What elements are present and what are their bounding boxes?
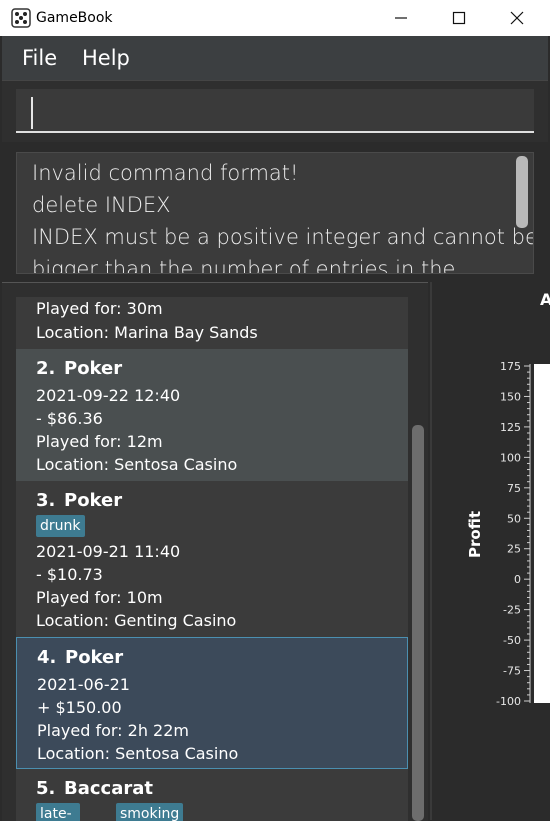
- entry-location: Location: Genting Casino: [36, 611, 237, 630]
- result-line: Invalid command format!: [32, 161, 299, 185]
- entry-played: Played for: 30m: [36, 299, 163, 318]
- minimize-button[interactable]: [372, 0, 430, 36]
- app-frame: File Help Invalid command format! delete…: [2, 36, 550, 821]
- title-bar: GameBook: [0, 0, 550, 36]
- chart-tick-label: -50: [503, 634, 521, 647]
- window-title: GameBook: [36, 10, 113, 26]
- entry-played: Played for: 2h 22m: [37, 721, 189, 740]
- result-scrollbar[interactable]: [516, 156, 528, 228]
- chart-tick-label: 100: [500, 451, 521, 464]
- chart-plot-area: [534, 364, 550, 703]
- entry-date: 2021-06-21: [37, 675, 130, 694]
- entry-location: Location: Sentosa Casino: [36, 455, 238, 474]
- chart-tick-label: -100: [496, 695, 521, 708]
- minimize-icon: [395, 17, 407, 19]
- entry-index: 5.: [36, 778, 56, 799]
- entry-played: Played for: 10m: [36, 588, 163, 607]
- tag-badge: drunk: [36, 515, 85, 537]
- close-icon: [510, 11, 524, 25]
- chart-panel: A Profit 175 150 125 100 75 50 25 0 -25 -50 -75 -10…: [430, 282, 550, 820]
- tag-badge: smoking: [116, 803, 184, 821]
- list-item-selected[interactable]: 4. Poker 2021-06-21 + $150.00 Played for…: [16, 637, 408, 769]
- chart-tick-label: 50: [507, 512, 521, 525]
- entry-game: Baccarat: [64, 778, 153, 799]
- maximize-button[interactable]: [430, 0, 488, 36]
- list-item[interactable]: 2. Poker 2021-09-22 12:40 - $86.36 Playe…: [16, 349, 408, 481]
- entry-index: 4.: [37, 647, 57, 668]
- result-line: bigger than the number of entries in the: [32, 257, 456, 274]
- chart-tick-label: -25: [503, 604, 521, 617]
- chart-tick-label: -75: [503, 665, 521, 678]
- entry-profit: - $86.36: [36, 409, 103, 428]
- entry-date: 2021-09-22 12:40: [36, 386, 181, 405]
- entry-index: 3.: [36, 490, 56, 511]
- entry-location: Location: Marina Bay Sands: [36, 323, 258, 342]
- result-line: INDEX must be a positive integer and can…: [32, 225, 534, 249]
- chart-tick-label: 75: [507, 482, 521, 495]
- chart-tick-label: 175: [500, 360, 521, 373]
- result-display[interactable]: Invalid command format! delete INDEX IND…: [16, 152, 534, 274]
- result-line: delete INDEX: [32, 193, 171, 217]
- entry-game: Poker: [65, 647, 124, 668]
- command-input[interactable]: [16, 89, 534, 133]
- chart-tick-label: 150: [500, 390, 521, 403]
- list-item[interactable]: 3. Poker drunk 2021-09-21 11:40 - $10.73…: [16, 481, 408, 637]
- tag-badge: late-night: [36, 803, 81, 821]
- chart-tick-label: 0: [514, 573, 521, 586]
- entry-game: Poker: [64, 358, 123, 379]
- chart-tick-label: 125: [500, 421, 521, 434]
- list-item[interactable]: Played for: 30m Location: Marina Bay San…: [16, 297, 408, 349]
- maximize-icon: [452, 11, 466, 25]
- entry-index: 2.: [36, 358, 56, 379]
- result-panel: Invalid command format! delete INDEX IND…: [2, 142, 548, 278]
- entry-date: 2021-09-21 11:40: [36, 542, 181, 561]
- entry-list-panel: Played for: 30m Location: Marina Bay San…: [2, 282, 428, 821]
- menu-file[interactable]: File: [22, 46, 57, 70]
- menu-help[interactable]: Help: [82, 46, 130, 70]
- entry-played: Played for: 12m: [36, 432, 163, 451]
- entry-game: Poker: [64, 490, 123, 511]
- list-scrollbar[interactable]: [412, 425, 424, 821]
- list-item[interactable]: 5. Baccarat late-night smoking: [16, 769, 408, 821]
- close-button[interactable]: [488, 0, 546, 36]
- command-panel: [2, 80, 548, 143]
- menu-bar: File Help: [2, 36, 548, 80]
- app-dice-icon: [11, 8, 31, 28]
- profit-chart: 175 150 125 100 75 50 25 0 -25 -50 -75 -100: [496, 360, 550, 708]
- entry-profit: - $10.73: [36, 565, 103, 584]
- entry-list[interactable]: Played for: 30m Location: Marina Bay San…: [16, 297, 408, 821]
- chart-tick-label: 25: [507, 543, 521, 556]
- entry-location: Location: Sentosa Casino: [37, 744, 239, 763]
- entry-profit: + $150.00: [37, 698, 122, 717]
- text-caret: [31, 97, 33, 129]
